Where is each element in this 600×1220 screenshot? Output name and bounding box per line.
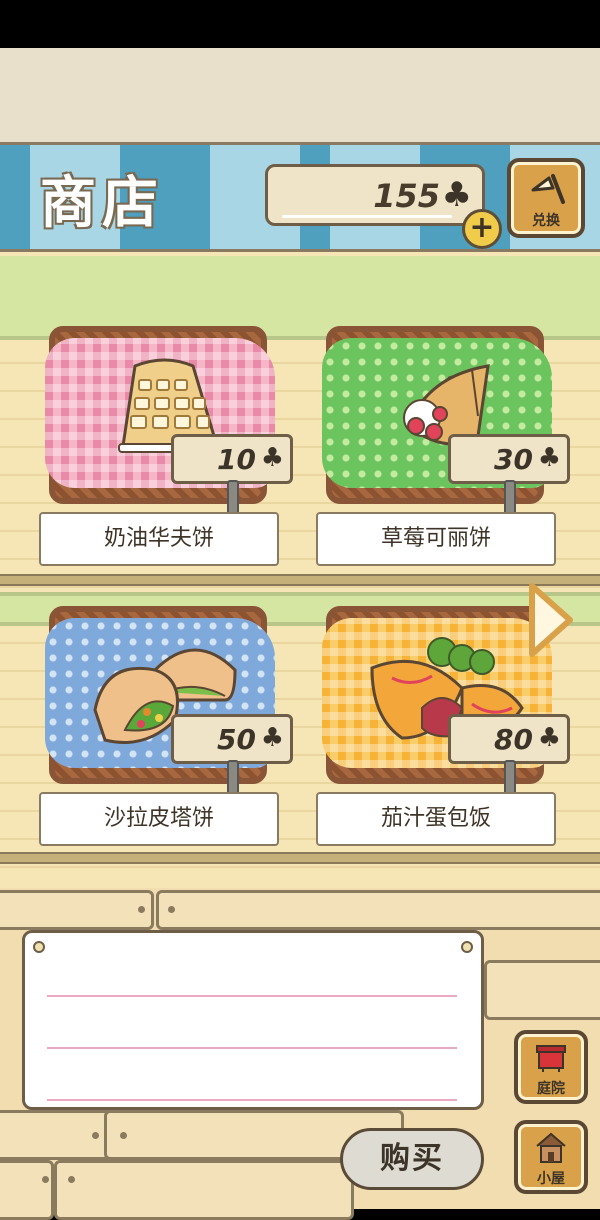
board-pin	[461, 941, 473, 953]
page-title: 商店	[40, 171, 164, 236]
next-page-arrow-icon[interactable]	[526, 582, 574, 658]
exchange-button[interactable]: 兑换	[507, 158, 585, 238]
top-band	[0, 48, 600, 142]
clover-icon: ♣	[537, 723, 561, 753]
nail	[138, 906, 145, 913]
nail	[120, 1132, 127, 1139]
shop-item-pita[interactable]: 50 ♣ 沙拉皮塔饼	[39, 606, 293, 846]
floor-plank	[0, 1160, 54, 1220]
item-price: 10	[217, 443, 256, 476]
item-name: 奶油华夫饼	[39, 512, 279, 566]
clover-count: 155	[373, 177, 440, 215]
tag-pin	[227, 760, 239, 796]
house-icon	[536, 1132, 566, 1163]
clover-icon: ♣	[260, 443, 284, 473]
shelf-ledge	[0, 852, 600, 864]
item-price: 50	[217, 723, 256, 756]
nail	[68, 1176, 75, 1183]
yard-icon	[536, 1045, 566, 1072]
exchange-label: 兑换	[532, 213, 560, 229]
price-tag: 80 ♣	[448, 714, 570, 764]
floor-plank	[484, 960, 600, 1020]
tag-pin	[227, 480, 239, 516]
item-name: 沙拉皮塔饼	[39, 792, 279, 846]
item-name: 草莓可丽饼	[316, 512, 556, 566]
shop-item-waffle[interactable]: 10 ♣ 奶油华夫饼	[39, 326, 293, 566]
add-clovers-button[interactable]: +	[462, 209, 502, 249]
status-bar	[0, 0, 600, 48]
nail	[92, 1132, 99, 1139]
tag-pin	[504, 760, 516, 796]
item-name: 茄汁蛋包饭	[316, 792, 556, 846]
floor-plank	[156, 890, 600, 930]
board-pin	[33, 941, 45, 953]
price-tag: 10 ♣	[171, 434, 293, 484]
floor-plank	[0, 890, 154, 930]
item-price: 30	[494, 443, 533, 476]
house-button[interactable]: 小屋	[514, 1120, 588, 1194]
balance-underline	[282, 215, 452, 218]
description-board	[22, 930, 484, 1110]
key-icon	[531, 174, 565, 204]
yard-label: 庭院	[537, 1081, 565, 1097]
price-tag: 50 ♣	[171, 714, 293, 764]
tag-pin	[504, 480, 516, 516]
yard-button[interactable]: 庭院	[514, 1030, 588, 1104]
buy-button[interactable]: 购买	[340, 1128, 484, 1190]
clover-icon: ♣	[260, 723, 284, 753]
shop-item-crepe[interactable]: 30 ♣ 草莓可丽饼	[316, 326, 570, 566]
nail	[168, 906, 175, 913]
item-price: 80	[494, 723, 533, 756]
board-line	[47, 1047, 457, 1049]
floor-plank	[54, 1160, 354, 1220]
clover-icon: ♣	[537, 443, 561, 473]
clover-icon: ♣	[441, 175, 472, 215]
shelf-ledge	[0, 574, 600, 586]
house-label: 小屋	[537, 1171, 565, 1187]
board-line	[47, 1099, 457, 1101]
clover-balance: 155 ♣	[265, 164, 485, 226]
price-tag: 30 ♣	[448, 434, 570, 484]
nail	[42, 1176, 49, 1183]
board-line	[47, 995, 457, 997]
shop-item-omelette[interactable]: 80 ♣ 茄汁蛋包饭	[316, 606, 570, 846]
